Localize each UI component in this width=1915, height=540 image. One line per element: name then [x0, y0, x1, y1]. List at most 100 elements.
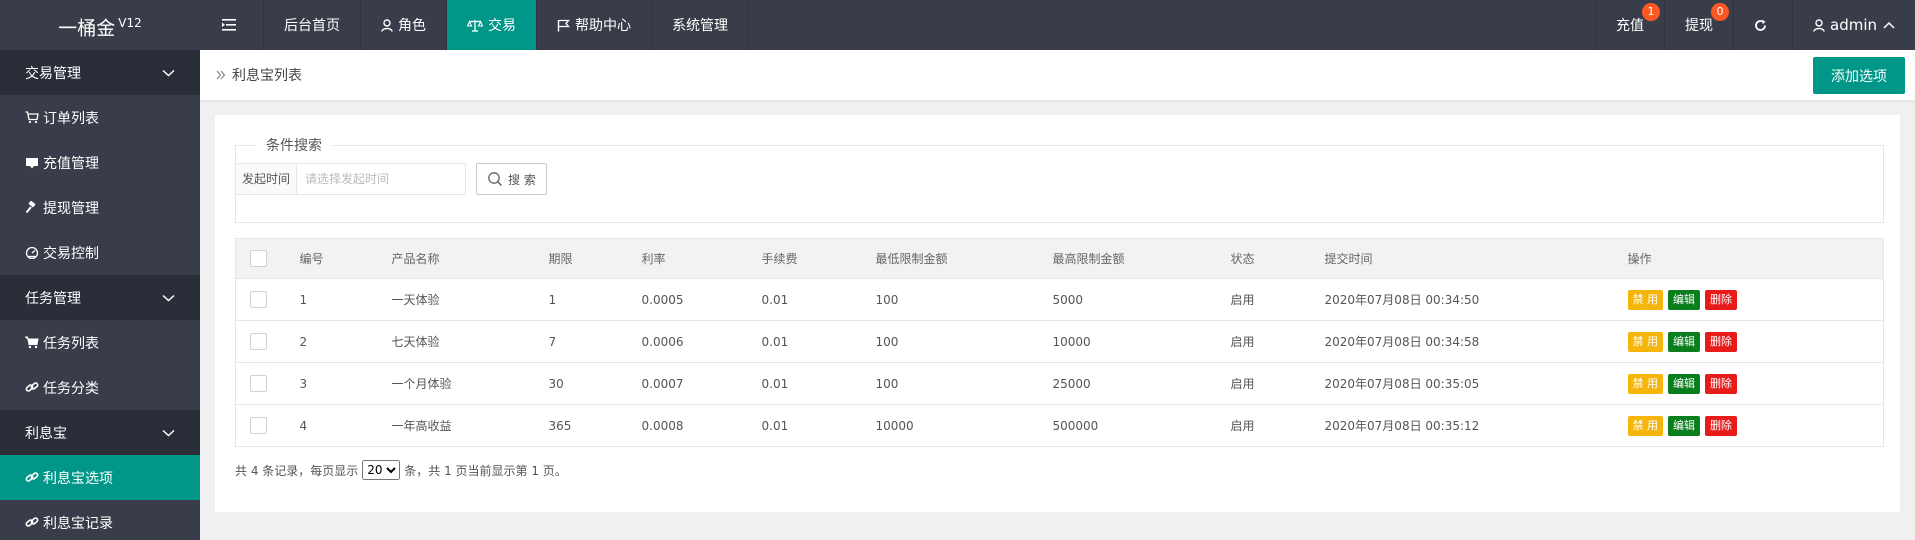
cell-id: 1	[299, 278, 392, 321]
cell-min: 100	[875, 320, 1053, 363]
recharge-label: 充值	[1616, 18, 1644, 34]
cell-max: 25000	[1052, 362, 1231, 405]
nav-trade[interactable]: 交易	[447, 0, 537, 50]
row-checkbox[interactable]	[250, 417, 267, 434]
cell-rate: 0.0006	[641, 320, 762, 363]
cell-term: 365	[548, 404, 642, 447]
link-icon	[25, 382, 39, 392]
delete-button[interactable]: 删除	[1705, 289, 1737, 310]
withdraw-badge: 0	[1711, 3, 1729, 21]
start-time-input[interactable]	[296, 163, 467, 195]
table-row: 4 一年高收益 365 0.0008 0.01 10000 500000 启用 …	[235, 404, 1884, 447]
search-button[interactable]: 搜 索	[476, 163, 547, 195]
sidebar-group-label: 交易管理	[25, 65, 81, 82]
edit-button[interactable]: 编辑	[1668, 289, 1700, 310]
sidebar-group-trade[interactable]: 交易管理	[0, 50, 200, 95]
sidebar-item-label: 利息宝选项	[43, 470, 113, 487]
sidebar-item-withdraw[interactable]: 提现管理	[0, 185, 200, 230]
cell-min: 10000	[875, 404, 1053, 447]
recharge-badge: 1	[1642, 3, 1660, 21]
delete-button[interactable]: 删除	[1705, 331, 1737, 352]
link-icon	[25, 472, 39, 482]
cell-term: 30	[548, 362, 642, 405]
cell-status: 启用	[1230, 362, 1325, 405]
top-right-menu: 充值 1 提现 0 admin	[1595, 0, 1915, 50]
row-checkbox[interactable]	[250, 375, 267, 392]
sidebar-item-label: 任务分类	[43, 380, 99, 397]
pager-prefix: 共 4 条记录，每页显示	[235, 463, 359, 478]
sidebar-item-interest-records[interactable]: 利息宝记录	[0, 500, 200, 540]
cell-fee: 0.01	[761, 362, 876, 405]
cell-fee: 0.01	[761, 278, 876, 321]
edit-button[interactable]: 编辑	[1668, 331, 1700, 352]
page-size-select[interactable]: 20	[362, 460, 401, 480]
row-select-cell	[235, 362, 300, 405]
search-legend: 条件搜索	[266, 138, 322, 154]
scale-icon	[467, 19, 483, 32]
cell-rate: 0.0007	[641, 362, 762, 405]
cell-name: 一个月体验	[391, 362, 549, 405]
edit-button[interactable]: 编辑	[1668, 415, 1700, 436]
disable-button[interactable]: 禁 用	[1627, 415, 1663, 436]
cell-term: 7	[548, 320, 642, 363]
withdraw-button[interactable]: 提现 0	[1664, 0, 1733, 50]
logo-version: V12	[118, 16, 142, 30]
sidebar: 交易管理 订单列表 充值管理 提现管理 交易控制 任务管理 任务列表 任务分类 …	[0, 50, 200, 540]
search-icon	[488, 172, 503, 187]
start-time-label: 发起时间	[235, 163, 297, 195]
disable-button[interactable]: 禁 用	[1627, 331, 1663, 352]
menu-toggle-button[interactable]	[200, 0, 264, 50]
sidebar-item-trade-control[interactable]: 交易控制	[0, 230, 200, 275]
cell-id: 4	[299, 404, 392, 447]
row-select-cell	[235, 278, 300, 321]
sidebar-item-task-category[interactable]: 任务分类	[0, 365, 200, 410]
cell-max: 500000	[1052, 404, 1231, 447]
nav-system[interactable]: 系统管理	[652, 0, 749, 50]
sidebar-item-task-list[interactable]: 任务列表	[0, 320, 200, 365]
nav-help[interactable]: 帮助中心	[537, 0, 652, 50]
nav-role[interactable]: 角色	[361, 0, 447, 50]
row-checkbox[interactable]	[250, 291, 267, 308]
app-logo[interactable]: 一桶金 V12	[0, 0, 200, 50]
select-all-cell	[235, 238, 300, 279]
breadcrumb-current: 利息宝列表	[232, 68, 302, 84]
col-fee: 手续费	[761, 238, 876, 279]
disable-button[interactable]: 禁 用	[1627, 289, 1663, 310]
sidebar-group-label: 任务管理	[25, 290, 81, 307]
disable-button[interactable]: 禁 用	[1627, 373, 1663, 394]
add-option-button[interactable]: 添加选项	[1813, 57, 1905, 94]
breadcrumb: 利息宝列表	[216, 50, 302, 100]
cell-time: 2020年07月08日 00:34:58	[1324, 320, 1628, 363]
chevron-down-icon	[162, 429, 175, 437]
delete-button[interactable]: 删除	[1705, 373, 1737, 394]
col-name: 产品名称	[391, 238, 549, 279]
cell-time: 2020年07月08日 00:34:50	[1324, 278, 1628, 321]
refresh-button[interactable]	[1733, 0, 1792, 50]
cart-icon	[25, 336, 39, 349]
select-all-checkbox[interactable]	[250, 250, 267, 267]
recharge-button[interactable]: 充值 1	[1595, 0, 1664, 50]
sidebar-item-recharge[interactable]: 充值管理	[0, 140, 200, 185]
delete-button[interactable]: 删除	[1705, 415, 1737, 436]
sidebar-group-label: 利息宝	[25, 425, 67, 442]
cell-status: 启用	[1230, 320, 1325, 363]
table-row: 1 一天体验 1 0.0005 0.01 100 5000 启用 2020年07…	[235, 278, 1884, 321]
user-menu[interactable]: admin	[1792, 0, 1915, 50]
menu-toggle-icon	[222, 19, 236, 31]
cell-name: 一年高收益	[391, 404, 549, 447]
col-id: 编号	[299, 238, 392, 279]
nav-home[interactable]: 后台首页	[264, 0, 361, 50]
double-chevron-right-icon	[216, 70, 226, 80]
edit-button[interactable]: 编辑	[1668, 373, 1700, 394]
col-min: 最低限制金额	[875, 238, 1053, 279]
nav-help-label: 帮助中心	[575, 18, 631, 34]
sidebar-item-orders[interactable]: 订单列表	[0, 95, 200, 140]
sidebar-group-interest[interactable]: 利息宝	[0, 410, 200, 455]
cell-rate: 0.0005	[641, 278, 762, 321]
sidebar-group-task[interactable]: 任务管理	[0, 275, 200, 320]
cell-actions: 禁 用编辑 删除	[1627, 278, 1884, 321]
sidebar-item-interest-options[interactable]: 利息宝选项	[0, 455, 200, 500]
sidebar-item-label: 订单列表	[43, 110, 99, 127]
row-checkbox[interactable]	[250, 333, 267, 350]
cell-id: 2	[299, 320, 392, 363]
